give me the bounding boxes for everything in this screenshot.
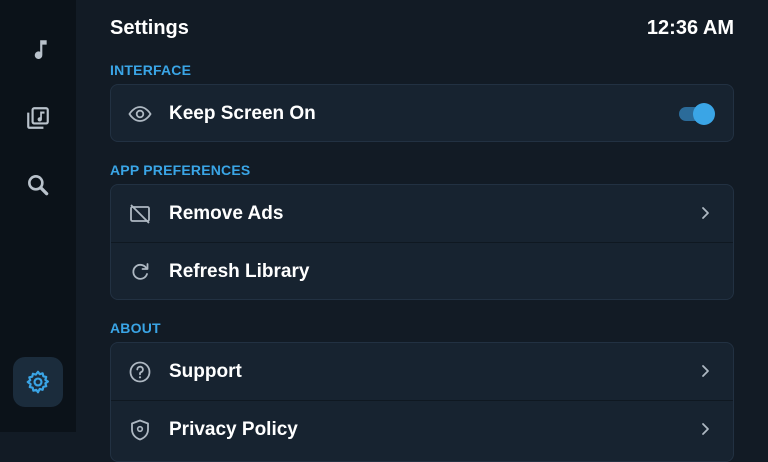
privacy-policy-row[interactable]: Privacy Policy <box>111 400 733 458</box>
refresh-icon <box>127 259 153 285</box>
eye-icon <box>127 101 153 127</box>
search-icon <box>28 175 49 196</box>
help-circle-icon <box>127 359 153 385</box>
section-label-interface: INTERFACE <box>110 62 192 78</box>
interface-card: Keep Screen On <box>110 84 734 142</box>
refresh-library-row[interactable]: Refresh Library <box>111 242 733 299</box>
support-label: Support <box>169 360 242 382</box>
refresh-library-label: Refresh Library <box>169 260 310 282</box>
nav-search-button[interactable] <box>13 160 63 210</box>
music-note-icon <box>34 40 47 59</box>
keep-screen-on-label: Keep Screen On <box>169 102 316 124</box>
remove-ads-row[interactable]: Remove Ads <box>111 185 733 242</box>
remove-ads-label: Remove Ads <box>169 202 284 224</box>
app-preferences-card: Remove Ads Refresh Library <box>110 184 734 300</box>
chevron-right-icon <box>702 423 709 435</box>
nav-settings-button[interactable] <box>13 357 63 407</box>
nav-library-button[interactable] <box>13 93 63 143</box>
music-library-icon <box>27 107 49 129</box>
nav-music-button[interactable] <box>13 25 63 75</box>
keep-screen-on-row[interactable]: Keep Screen On <box>111 85 733 141</box>
sidebar <box>0 0 76 432</box>
gear-icon <box>26 370 49 394</box>
section-label-about: ABOUT <box>110 320 161 336</box>
no-ads-icon <box>127 201 153 227</box>
chevron-right-icon <box>702 207 709 219</box>
page-title: Settings <box>110 17 189 39</box>
keep-screen-on-toggle[interactable] <box>677 103 715 125</box>
section-label-app-preferences: APP PREFERENCES <box>110 162 251 178</box>
shield-icon <box>127 417 153 443</box>
clock: 12:36 AM <box>646 17 734 39</box>
toggle-thumb <box>693 103 715 125</box>
about-card: Support Privacy Policy <box>110 342 734 462</box>
privacy-policy-label: Privacy Policy <box>169 418 298 440</box>
chevron-right-icon <box>702 365 709 377</box>
settings-page: Settings 12:36 AM INTERFACE Keep Screen … <box>76 0 768 462</box>
support-row[interactable]: Support <box>111 343 733 400</box>
